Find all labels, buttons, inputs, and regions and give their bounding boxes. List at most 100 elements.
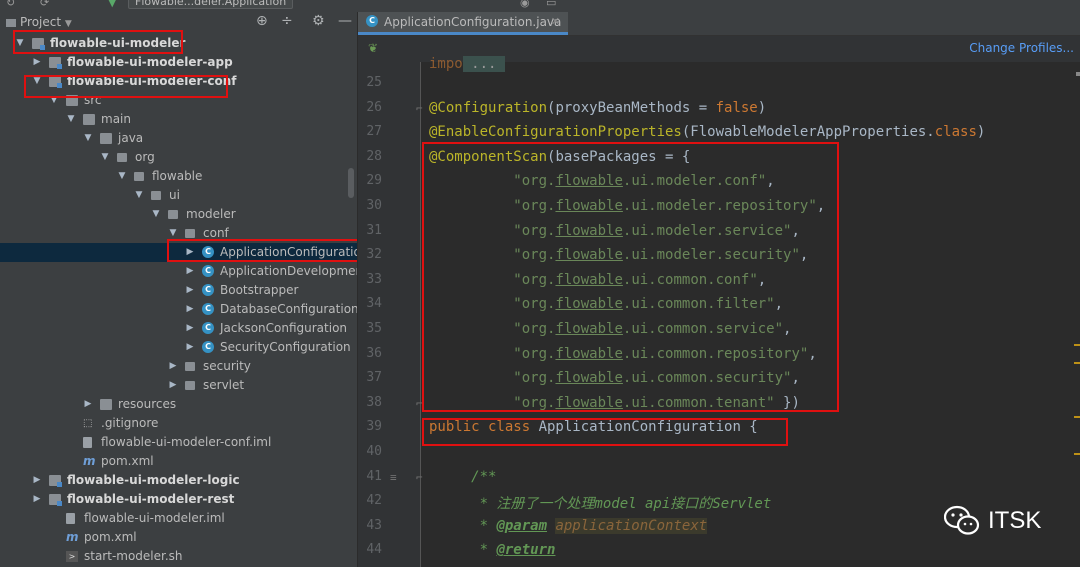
tree-item[interactable]: ▶ C DatabaseConfiguration	[0, 300, 357, 319]
code-line[interactable]: "org.flowable.ui.modeler.service",	[429, 223, 800, 239]
collapse-all-icon[interactable]: ÷	[281, 13, 293, 29]
line-number[interactable]: 26	[358, 100, 382, 115]
code-line[interactable]: "org.flowable.ui.common.service",	[429, 321, 791, 337]
bug-icon[interactable]: ◉	[520, 0, 530, 9]
tree-item[interactable]: ▼ org	[0, 148, 357, 167]
tree-item[interactable]: ▼ src	[0, 91, 357, 110]
run-icon[interactable]: ▼	[108, 0, 116, 9]
expand-down-icon[interactable]: ▼	[150, 205, 162, 224]
line-number[interactable]: 34	[358, 296, 382, 311]
tree-item[interactable]: ▶ flowable-ui-modeler-logic	[0, 471, 357, 490]
tree-item[interactable]: flowable-ui-modeler-conf.iml	[0, 433, 357, 452]
minimize-icon[interactable]: —	[338, 13, 352, 29]
change-profiles-link[interactable]: Change Profiles...	[969, 41, 1074, 55]
code-line[interactable]: "org.flowable.ui.common.conf",	[429, 272, 766, 288]
tree-item[interactable]: ▼ modeler	[0, 205, 357, 224]
line-number[interactable]: 25	[358, 75, 382, 90]
expand-right-icon[interactable]: ▶	[184, 300, 196, 319]
expand-right-icon[interactable]: ▶	[184, 281, 196, 300]
line-number[interactable]: 30	[358, 198, 382, 213]
expand-down-icon[interactable]: ▼	[31, 72, 43, 91]
expand-right-icon[interactable]: ▶	[184, 319, 196, 338]
expand-right-icon[interactable]: ▶	[184, 243, 196, 262]
tree-item[interactable]: ▼ main	[0, 110, 357, 129]
expand-down-icon[interactable]: ▼	[167, 224, 179, 243]
line-number[interactable]: 28	[358, 149, 382, 164]
tree-item[interactable]: ▼ ui	[0, 186, 357, 205]
code-line[interactable]: @EnableConfigurationProperties(FlowableM…	[429, 124, 985, 140]
code-line[interactable]: "org.flowable.ui.common.tenant" })	[429, 395, 800, 411]
tree-item[interactable]: ▼ flowable	[0, 167, 357, 186]
code-line[interactable]: "org.flowable.ui.common.repository",	[429, 346, 816, 362]
code-line[interactable]: @Configuration(proxyBeanMethods = false)	[429, 100, 766, 116]
line-number[interactable]: 36	[358, 346, 382, 361]
tree-item[interactable]: ▶ C ApplicationDevelopment	[0, 262, 357, 281]
expand-right-icon[interactable]: ▶	[167, 376, 179, 395]
expand-right-icon[interactable]: ▶	[184, 338, 196, 357]
tree-item[interactable]: ▶ C Bootstrapper	[0, 281, 357, 300]
line-number[interactable]: 40	[358, 444, 382, 459]
sidebar-scrollbar[interactable]	[348, 168, 354, 198]
expand-right-icon[interactable]: ▶	[31, 471, 43, 490]
line-number[interactable]: 38	[358, 395, 382, 410]
tree-item[interactable]: ▶ C JacksonConfiguration	[0, 319, 357, 338]
line-number[interactable]: 32	[358, 247, 382, 262]
sync-icon[interactable]: ⟳	[40, 0, 49, 9]
expand-down-icon[interactable]: ▼	[133, 186, 145, 205]
project-view-selector[interactable]: Project ▼	[6, 15, 72, 29]
tree-item[interactable]: ▶ flowable-ui-modeler-rest	[0, 490, 357, 509]
tree-item[interactable]: ▶ resources	[0, 395, 357, 414]
locate-icon[interactable]: ⊕	[256, 13, 268, 29]
back-icon[interactable]: ↻	[6, 0, 15, 9]
expand-down-icon[interactable]: ▼	[14, 34, 26, 53]
line-number[interactable]: 41	[358, 469, 382, 484]
expand-down-icon[interactable]: ▼	[82, 129, 94, 148]
implementation-icon[interactable]: ≡	[390, 471, 397, 484]
gear-icon[interactable]: ⚙	[312, 13, 325, 29]
tab-application-configuration[interactable]: C ApplicationConfiguration.java ✕	[358, 12, 568, 35]
line-number[interactable]: 42	[358, 493, 382, 508]
code-line[interactable]: * 注册了一个处理model api接口的Servlet	[429, 493, 772, 513]
expand-right-icon[interactable]: ▶	[184, 262, 196, 281]
code-line[interactable]: public class ApplicationConfiguration {	[429, 419, 758, 435]
error-stripe[interactable]	[1072, 72, 1080, 567]
expand-down-icon[interactable]: ▼	[48, 91, 60, 110]
line-number[interactable]: 37	[358, 370, 382, 385]
code-line[interactable]: "org.flowable.ui.modeler.repository",	[429, 198, 825, 214]
code-line[interactable]: "org.flowable.ui.modeler.security",	[429, 247, 808, 263]
code-line[interactable]: * @param applicationContext	[429, 517, 708, 534]
line-number[interactable]: 31	[358, 223, 382, 238]
tree-item[interactable]: ▼ flowable-ui-modeler	[0, 34, 357, 53]
code-line[interactable]: "org.flowable.ui.common.filter",	[429, 296, 783, 312]
line-number[interactable]: 27	[358, 124, 382, 139]
code-area[interactable]: impo ... @Configuration(proxyBeanMethods…	[421, 56, 1080, 567]
run-config-selector[interactable]: Flowable...deler.Application	[128, 0, 294, 9]
tree-item[interactable]: ▼ java	[0, 129, 357, 148]
expand-right-icon[interactable]: ▶	[167, 357, 179, 376]
tree-item[interactable]: ▶ servlet	[0, 376, 357, 395]
tree-item[interactable]: ▼ conf	[0, 224, 357, 243]
line-number[interactable]: 39	[358, 419, 382, 434]
tree-item[interactable]: m pom.xml	[0, 528, 357, 547]
tree-item[interactable]: ⬚ .gitignore	[0, 414, 357, 433]
tree-item[interactable]: > start-modeler.sh	[0, 547, 357, 566]
line-number[interactable]: 43	[358, 518, 382, 533]
layout-icon[interactable]: ▭	[546, 0, 556, 9]
tree-item[interactable]: flowable-ui-modeler.iml	[0, 509, 357, 528]
expand-down-icon[interactable]: ▼	[65, 110, 77, 129]
tree-item[interactable]: ▼ flowable-ui-modeler-conf	[0, 72, 357, 91]
expand-right-icon[interactable]: ▶	[31, 53, 43, 72]
line-number[interactable]: 35	[358, 321, 382, 336]
code-line[interactable]: "org.flowable.ui.modeler.conf",	[429, 173, 774, 189]
code-line[interactable]: /**	[429, 469, 496, 485]
tree-item[interactable]: ▶ C ApplicationConfiguration	[0, 243, 357, 262]
close-icon[interactable]: ✕	[551, 12, 560, 32]
line-number[interactable]: 33	[358, 272, 382, 287]
folded-imports[interactable]: impo ...	[429, 56, 505, 72]
tree-item[interactable]: ▶ C SecurityConfiguration	[0, 338, 357, 357]
tree-item[interactable]: ▶ flowable-ui-modeler-app	[0, 53, 357, 72]
expand-right-icon[interactable]: ▶	[82, 395, 94, 414]
line-number[interactable]: 44	[358, 542, 382, 557]
line-number[interactable]: 29	[358, 173, 382, 188]
expand-down-icon[interactable]: ▼	[99, 148, 111, 167]
